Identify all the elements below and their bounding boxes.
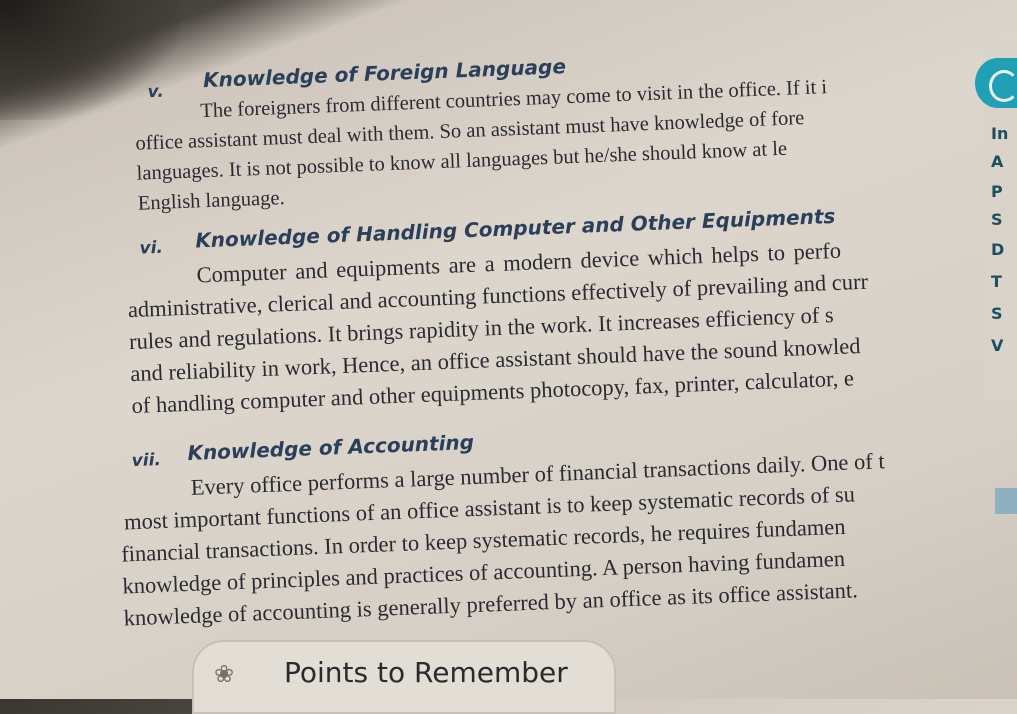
book-page: v. Knowledge of Foreign Language The for… — [100, 0, 1006, 698]
side-letter: A — [991, 152, 1004, 171]
section-v-heading: Knowledge of Foreign Language — [202, 54, 567, 93]
side-letter: D — [991, 240, 1005, 259]
side-circle-icon — [975, 58, 1017, 108]
section-v-numeral: v. — [147, 81, 165, 103]
side-letter: S — [991, 210, 1003, 229]
section-vii-heading: Knowledge of Accounting — [186, 429, 475, 465]
section-vi-numeral: vi. — [139, 237, 164, 259]
side-letter: In — [991, 124, 1009, 143]
side-letter: P — [991, 182, 1003, 201]
side-marker — [995, 488, 1017, 514]
side-letter: V — [991, 336, 1004, 355]
tree-icon: ❀ — [214, 660, 235, 688]
points-to-remember-title: Points to Remember — [284, 656, 568, 689]
side-tab: In A P S D T S V — [975, 40, 1017, 400]
section-vii-numeral: vii. — [131, 450, 162, 472]
section-v-line-4: English language. — [137, 187, 286, 215]
points-to-remember-box: ❀ Points to Remember — [192, 640, 616, 714]
side-letter: S — [991, 304, 1003, 323]
side-letter: T — [991, 272, 1002, 291]
